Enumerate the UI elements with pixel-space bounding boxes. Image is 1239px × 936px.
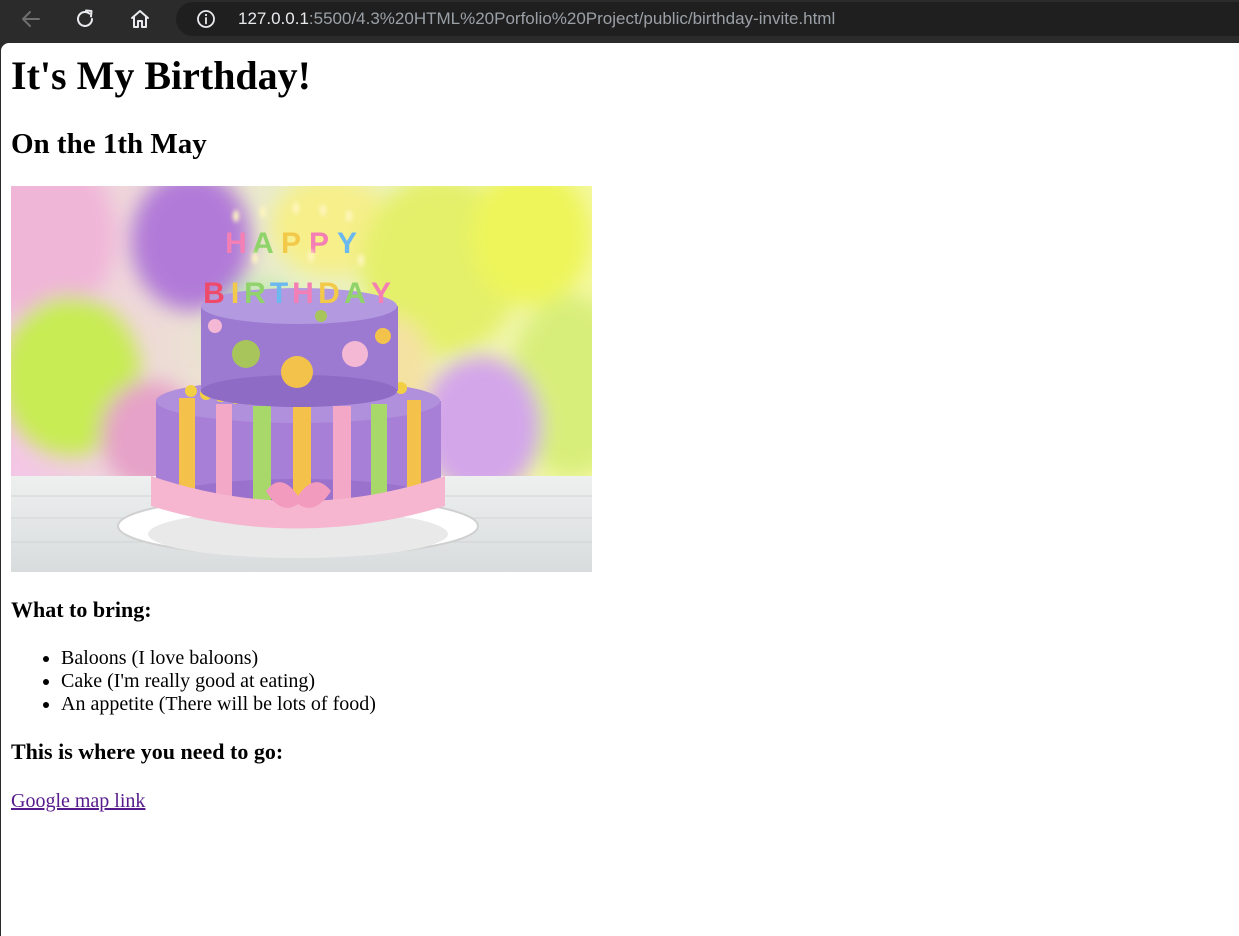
back-arrow-icon xyxy=(22,11,40,27)
svg-text:H: H xyxy=(225,227,247,260)
bring-list: Baloons (I love baloons) Cake (I'm reall… xyxy=(11,647,376,716)
reload-icon xyxy=(77,9,93,27)
svg-text:P: P xyxy=(281,227,301,260)
where-heading: This is where you need to go: xyxy=(11,739,284,764)
browser-toolbar: 127.0.0.1:5500/4.3%20HTML%20Porfolio%20P… xyxy=(0,0,1239,42)
svg-text:D: D xyxy=(318,277,340,310)
svg-text:A: A xyxy=(344,277,366,310)
back-button[interactable] xyxy=(14,4,48,34)
home-icon xyxy=(131,10,149,28)
svg-text:T: T xyxy=(270,277,288,310)
birthday-cake-image: H A P P Y B I R T H D A Y xyxy=(11,186,592,572)
url-host: 127.0.0.1 xyxy=(238,9,309,28)
svg-text:B: B xyxy=(203,277,225,310)
google-map-link[interactable]: Google map link xyxy=(11,789,145,813)
home-button[interactable] xyxy=(123,4,157,34)
page-viewport: It's My Birthday! On the 1th May H A P P… xyxy=(1,43,1239,936)
svg-text:H: H xyxy=(292,277,314,310)
url-path: :5500/4.3%20HTML%20Porfolio%20Project/pu… xyxy=(308,9,836,28)
svg-text:Y: Y xyxy=(337,227,357,260)
list-item: An appetite (There will be lots of food) xyxy=(61,693,376,716)
site-info-icon[interactable] xyxy=(196,9,216,29)
reload-button[interactable] xyxy=(68,4,102,34)
svg-text:Y: Y xyxy=(371,277,391,310)
list-item: Baloons (I love baloons) xyxy=(61,647,376,670)
page-title: It's My Birthday! xyxy=(11,53,311,98)
svg-text:I: I xyxy=(231,277,239,310)
party-date: On the 1th May xyxy=(11,128,207,160)
address-bar[interactable]: 127.0.0.1:5500/4.3%20HTML%20Porfolio%20P… xyxy=(176,2,1239,36)
url-text[interactable]: 127.0.0.1:5500/4.3%20HTML%20Porfolio%20P… xyxy=(238,9,835,29)
svg-text:R: R xyxy=(244,277,266,310)
list-item: Cake (I'm really good at eating) xyxy=(61,670,376,693)
bring-heading: What to bring: xyxy=(11,597,152,622)
